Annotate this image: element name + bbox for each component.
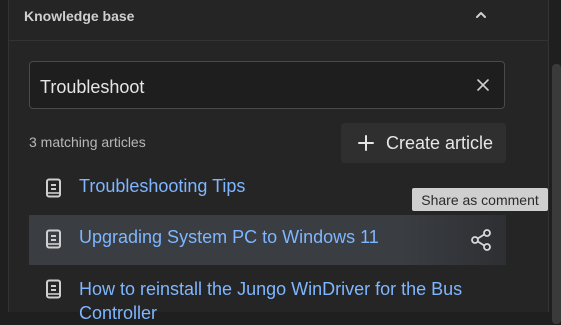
plus-icon — [358, 135, 374, 151]
scrollbar[interactable] — [552, 64, 561, 324]
share-tooltip: Share as comment — [412, 188, 548, 211]
create-article-label: Create article — [386, 133, 494, 153]
knowledge-base-panel: Knowledge base 3 matching articles Creat… — [8, 0, 549, 323]
create-article-button[interactable]: Create article — [341, 123, 506, 163]
article-item[interactable]: Upgrading System PC to Windows 11 — [29, 215, 506, 265]
article-title[interactable]: Upgrading System PC to Windows 11 — [79, 227, 379, 248]
share-icon[interactable] — [469, 228, 493, 252]
article-item[interactable]: How to reinstall the Jungo WinDriver for… — [29, 265, 506, 323]
article-title[interactable]: How to reinstall the Jungo WinDriver for… — [79, 277, 489, 325]
article-icon — [46, 178, 61, 198]
search-input[interactable] — [38, 74, 462, 100]
chevron-up-icon[interactable] — [475, 9, 487, 21]
result-count: 3 matching articles — [29, 134, 146, 150]
article-icon — [46, 229, 61, 249]
knowledge-base-header[interactable]: Knowledge base — [9, 0, 548, 41]
article-icon — [46, 279, 61, 299]
close-icon[interactable] — [476, 78, 490, 92]
panel-title: Knowledge base — [24, 8, 135, 24]
article-title[interactable]: Troubleshooting Tips — [79, 176, 245, 197]
search-field — [29, 61, 505, 109]
